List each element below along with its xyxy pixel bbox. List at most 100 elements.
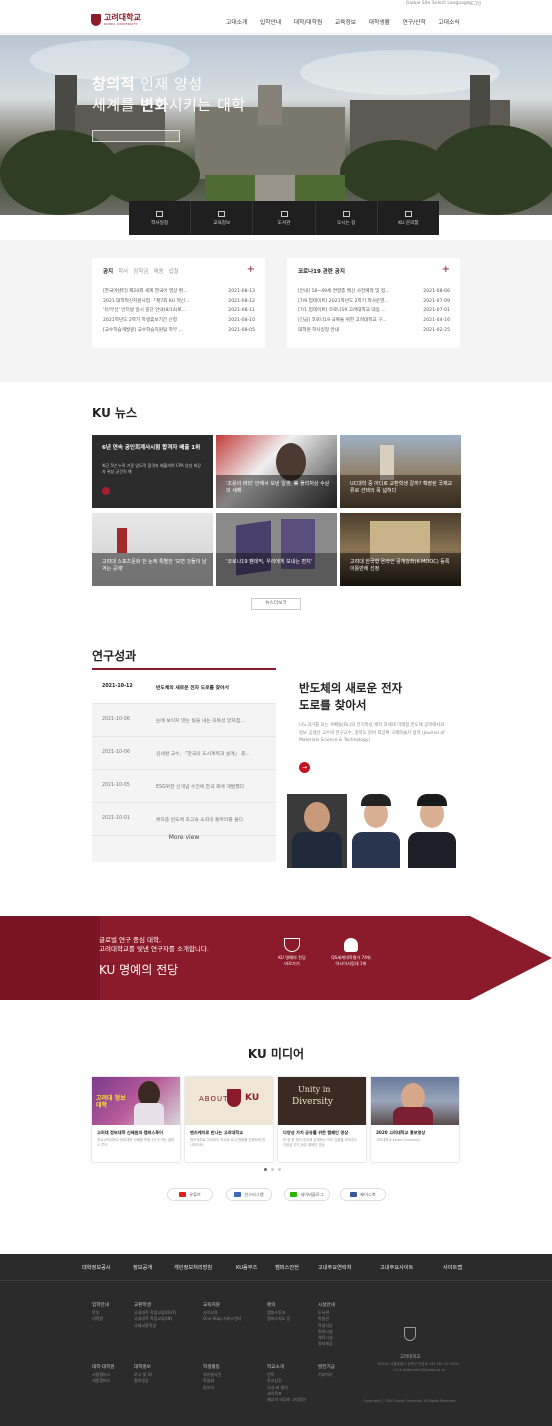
- footer-link[interactable]: KU옴부즈: [236, 1264, 257, 1271]
- inquiry-icon: [404, 210, 412, 217]
- list-item[interactable]: 2021-10-06 눈에 보이지 않는 빛을 내는 자독성 양자점...: [92, 704, 276, 737]
- covid-list: [안내] 18~49세 연령층 백신 사전예약 및 접... 2021-08-06…: [298, 287, 450, 335]
- list-item[interactable]: [한국어센터] 제20회 세계 한국어 영상 편... 2021-08-13: [103, 287, 255, 297]
- hero-progress-bar[interactable]: [92, 130, 180, 142]
- nav-news[interactable]: 고대소식: [438, 17, 459, 26]
- news-card[interactable]: UC대학 중 어디로 교환학생 갈까? 확장된 국제교류로 선택의 폭 넓혀다: [340, 435, 461, 508]
- covid-card: 코로나19 관련 공지 + [안내] 18~49세 연령층 백신 사전예약 및 …: [287, 258, 460, 348]
- carousel-dot[interactable]: [278, 1168, 281, 1171]
- ku-shield-icon: [404, 1327, 417, 1341]
- media-thumbnail: [371, 1077, 459, 1125]
- quick-directions[interactable]: 오시는 길: [316, 201, 378, 235]
- logo-subtext: KOREA UNIVERSITY: [104, 22, 138, 26]
- quick-calendar[interactable]: 학사일정: [129, 201, 192, 235]
- quick-education[interactable]: 교육정보: [191, 201, 254, 235]
- facebook-button[interactable]: 페이스북: [340, 1188, 386, 1201]
- list-item[interactable]: [7/1 업데이트] 코로나19 고려대학교 대응 ... 2021-07-01: [298, 306, 450, 316]
- list-item[interactable]: [7/9 업데이트] 2021학년도 2학기 학사운영... 2021-07-09: [298, 297, 450, 307]
- footer-divider: [0, 1280, 552, 1281]
- tab-scholarship[interactable]: 장학금: [133, 267, 148, 275]
- plus-icon[interactable]: +: [442, 264, 450, 275]
- list-item[interactable]: 2021-10-05 ESG위한 신개념 수전에 한국 축에 개발했다: [92, 770, 276, 803]
- tab-recruit[interactable]: 채용: [153, 267, 163, 275]
- media-card[interactable]: 2020 고려대학교 홍보영상 고려대학교 Korea University: [371, 1077, 459, 1162]
- research-divider: [92, 668, 276, 670]
- quick-library[interactable]: 도서관: [253, 201, 316, 235]
- more-news-button[interactable]: 뉴스더보기: [251, 598, 301, 610]
- nav-education[interactable]: 교육정보: [335, 17, 356, 26]
- naver-blog-button[interactable]: 네이버블로그: [284, 1188, 330, 1201]
- footer-column: 발전기금 기부하기: [318, 1365, 335, 1378]
- footer-column: 학교소개 연혁 학교상징 국내·외 평가 교육목표 재교의 의무와 고대정신: [267, 1365, 307, 1403]
- carousel-dot[interactable]: [271, 1168, 274, 1171]
- hall-of-fame-link[interactable]: KU 명예의 전당 바로가기: [272, 938, 312, 967]
- list-item[interactable]: [안내] 18~49세 연령층 백신 사전예약 및 접... 2021-08-06: [298, 287, 450, 297]
- list-item[interactable]: 2021학년도 2학기 학생휴보기간 신청 2021-08-10: [103, 316, 255, 326]
- trophy-icon: [284, 938, 300, 952]
- arrow-button[interactable]: →: [299, 762, 310, 773]
- footer-link[interactable]: 개인정보처리방침: [174, 1264, 212, 1271]
- library-icon: [280, 210, 288, 217]
- media-card[interactable]: Unity in Diversity 다양성 가치 공유를 위한 캠페인 영상 …: [278, 1077, 366, 1162]
- research-feature-title: 반도체의 새로운 전자 도로를 찾아서: [299, 681, 403, 712]
- hero-line-2: 세계를 변화시키는 대학: [92, 96, 246, 114]
- media-card[interactable]: ABOUT KU 맨즈케치로 만나는 고려대학교 맨즈케치로 고려대의 역사와 …: [185, 1077, 273, 1162]
- utility-bar: Global Site Select Language 로그인: [0, 0, 552, 10]
- quick-menu: 학사일정 교육정보 도서관 오시는 길 KU 문의함: [129, 201, 439, 235]
- news-card[interactable]: 고려대 스포츠문화 한 눈에 특별전 '보면 것들이 남겨는 곳에': [92, 513, 213, 586]
- nav-campus-life[interactable]: 대학생활: [369, 17, 390, 26]
- nav-about[interactable]: 고대소개: [226, 17, 247, 26]
- covid-title: 코로나19 관련 공지: [298, 269, 345, 275]
- list-item[interactable]: [교수학습개발원] 교수학습지원팀 학부 ... 2021-08-05: [103, 326, 255, 336]
- quick-inquiry[interactable]: KU 문의함: [378, 201, 439, 235]
- footer-link[interactable]: 정보공개: [133, 1264, 152, 1271]
- instagram-icon: [234, 1192, 242, 1197]
- news-card[interactable]: '조용의 머리' 안에서 보낸 일생, 美 플리처상 수상 의 새해: [216, 435, 337, 508]
- footer-copyright: Copyright ⓒ 2007 Korea University. All R…: [364, 1399, 456, 1403]
- footer-link[interactable]: 고내주요연락처: [318, 1264, 351, 1271]
- carousel-dot[interactable]: [264, 1168, 267, 1171]
- list-item[interactable]: 2021-10-12 반도체의 새로운 전자 도로를 찾아서: [92, 671, 276, 704]
- ku-logo[interactable]: 고려대학교 KOREA UNIVERSITY: [91, 13, 141, 26]
- news-card[interactable]: 고려대 한국형 온라인 공개강좌(K-MOOC) 등록 이틀만에 선정: [340, 513, 461, 586]
- footer-column: 대학홍보 로고 및 UI 홍보영상: [134, 1365, 152, 1384]
- qs-ranking-link[interactable]: QS세계대학평가 74위 아시아사립대 1위: [326, 938, 376, 967]
- list-item[interactable]: [긴급] 코로나19 극복을 위한 고려대학교 구... 2021-04-16: [298, 316, 450, 326]
- list-item[interactable]: '유/무선' 인터넷 일시 중단 안내(8/14(토... 2021-08-11: [103, 306, 255, 316]
- footer-address: 02841 서울특별시 성북구 안암로 145 TEL 02-3290-1114…: [377, 1362, 461, 1372]
- nav-admission[interactable]: 입학안내: [260, 17, 281, 26]
- news-card[interactable]: 6년 연속 공인회계사시험 합격자 배출 1위 최근 5년 누적 기준 압도적 …: [92, 435, 213, 508]
- research-feature-desc: 나노과기를 포는 루빠들(RL)의 전기특성 제작 차세대 미래형 반도체 공학…: [299, 723, 445, 743]
- news-card[interactable]: '코로나19 팬데믹, 우리에게 보내는 편지': [216, 513, 337, 586]
- hall-of-fame-banner[interactable]: 글로벌 연구 중심 대학, 고려대학교를 빛낸 연구자를 소개합니다. KU 명예…: [0, 916, 552, 1000]
- footer-link[interactable]: 고내주요사이트: [380, 1264, 413, 1271]
- list-item[interactable]: 대학원 학사일정 안내 2021-02-25: [298, 326, 450, 336]
- media-card[interactable]: 고려대 정보대학 고려대 정보대학 신혜원의 캠퍼스투어 한교고려대학교 정보대…: [92, 1077, 180, 1162]
- footer-link[interactable]: 대학정보공시: [82, 1264, 111, 1271]
- arrow-icon: [102, 487, 110, 495]
- login-link[interactable]: 로그인: [469, 1, 481, 7]
- select-language-link[interactable]: Select Language: [432, 1, 470, 6]
- research-title: 연구성과: [92, 649, 137, 663]
- plus-icon[interactable]: +: [247, 264, 255, 275]
- media-thumbnail: 고려대 정보대학: [92, 1077, 180, 1125]
- tab-bid[interactable]: 입찰: [169, 267, 179, 275]
- footer-column: 편의 캠퍼스투어 캠퍼스지도 등: [267, 1303, 291, 1322]
- more-view-button[interactable]: More view: [92, 834, 276, 841]
- youtube-button[interactable]: 유튜브: [167, 1188, 213, 1201]
- site-header: 고려대학교 KOREA UNIVERSITY 고대소개 입학안내 대학/대학원 …: [0, 10, 552, 34]
- list-item[interactable]: 2021-10-06 김세환 교수, 「한국의 도시계획과 설계」 출...: [92, 737, 276, 770]
- tab-notice[interactable]: 공지: [103, 267, 113, 275]
- tab-academic[interactable]: 학사: [118, 267, 128, 275]
- nav-research[interactable]: 연구/산학: [403, 17, 426, 26]
- nav-colleges[interactable]: 대학/대학원: [294, 17, 323, 26]
- list-item[interactable]: 2021-10-01 위자층 반도체 초고속 소자의 돌파리를 풀다: [92, 803, 276, 836]
- instagram-button[interactable]: 인스타그램: [226, 1188, 272, 1201]
- researcher-photo: [287, 794, 347, 868]
- footer-link[interactable]: 사이트맵: [443, 1264, 462, 1271]
- list-item[interactable]: 2021 대학혁신지원사업 「제7회 KU 혁신... 2021-08-12: [103, 297, 255, 307]
- global-site-link[interactable]: Global Site: [406, 1, 430, 6]
- researcher-photo: [405, 794, 460, 868]
- footer-link[interactable]: 캠퍼스안전: [275, 1264, 299, 1271]
- ku-shield-icon: [227, 1089, 241, 1107]
